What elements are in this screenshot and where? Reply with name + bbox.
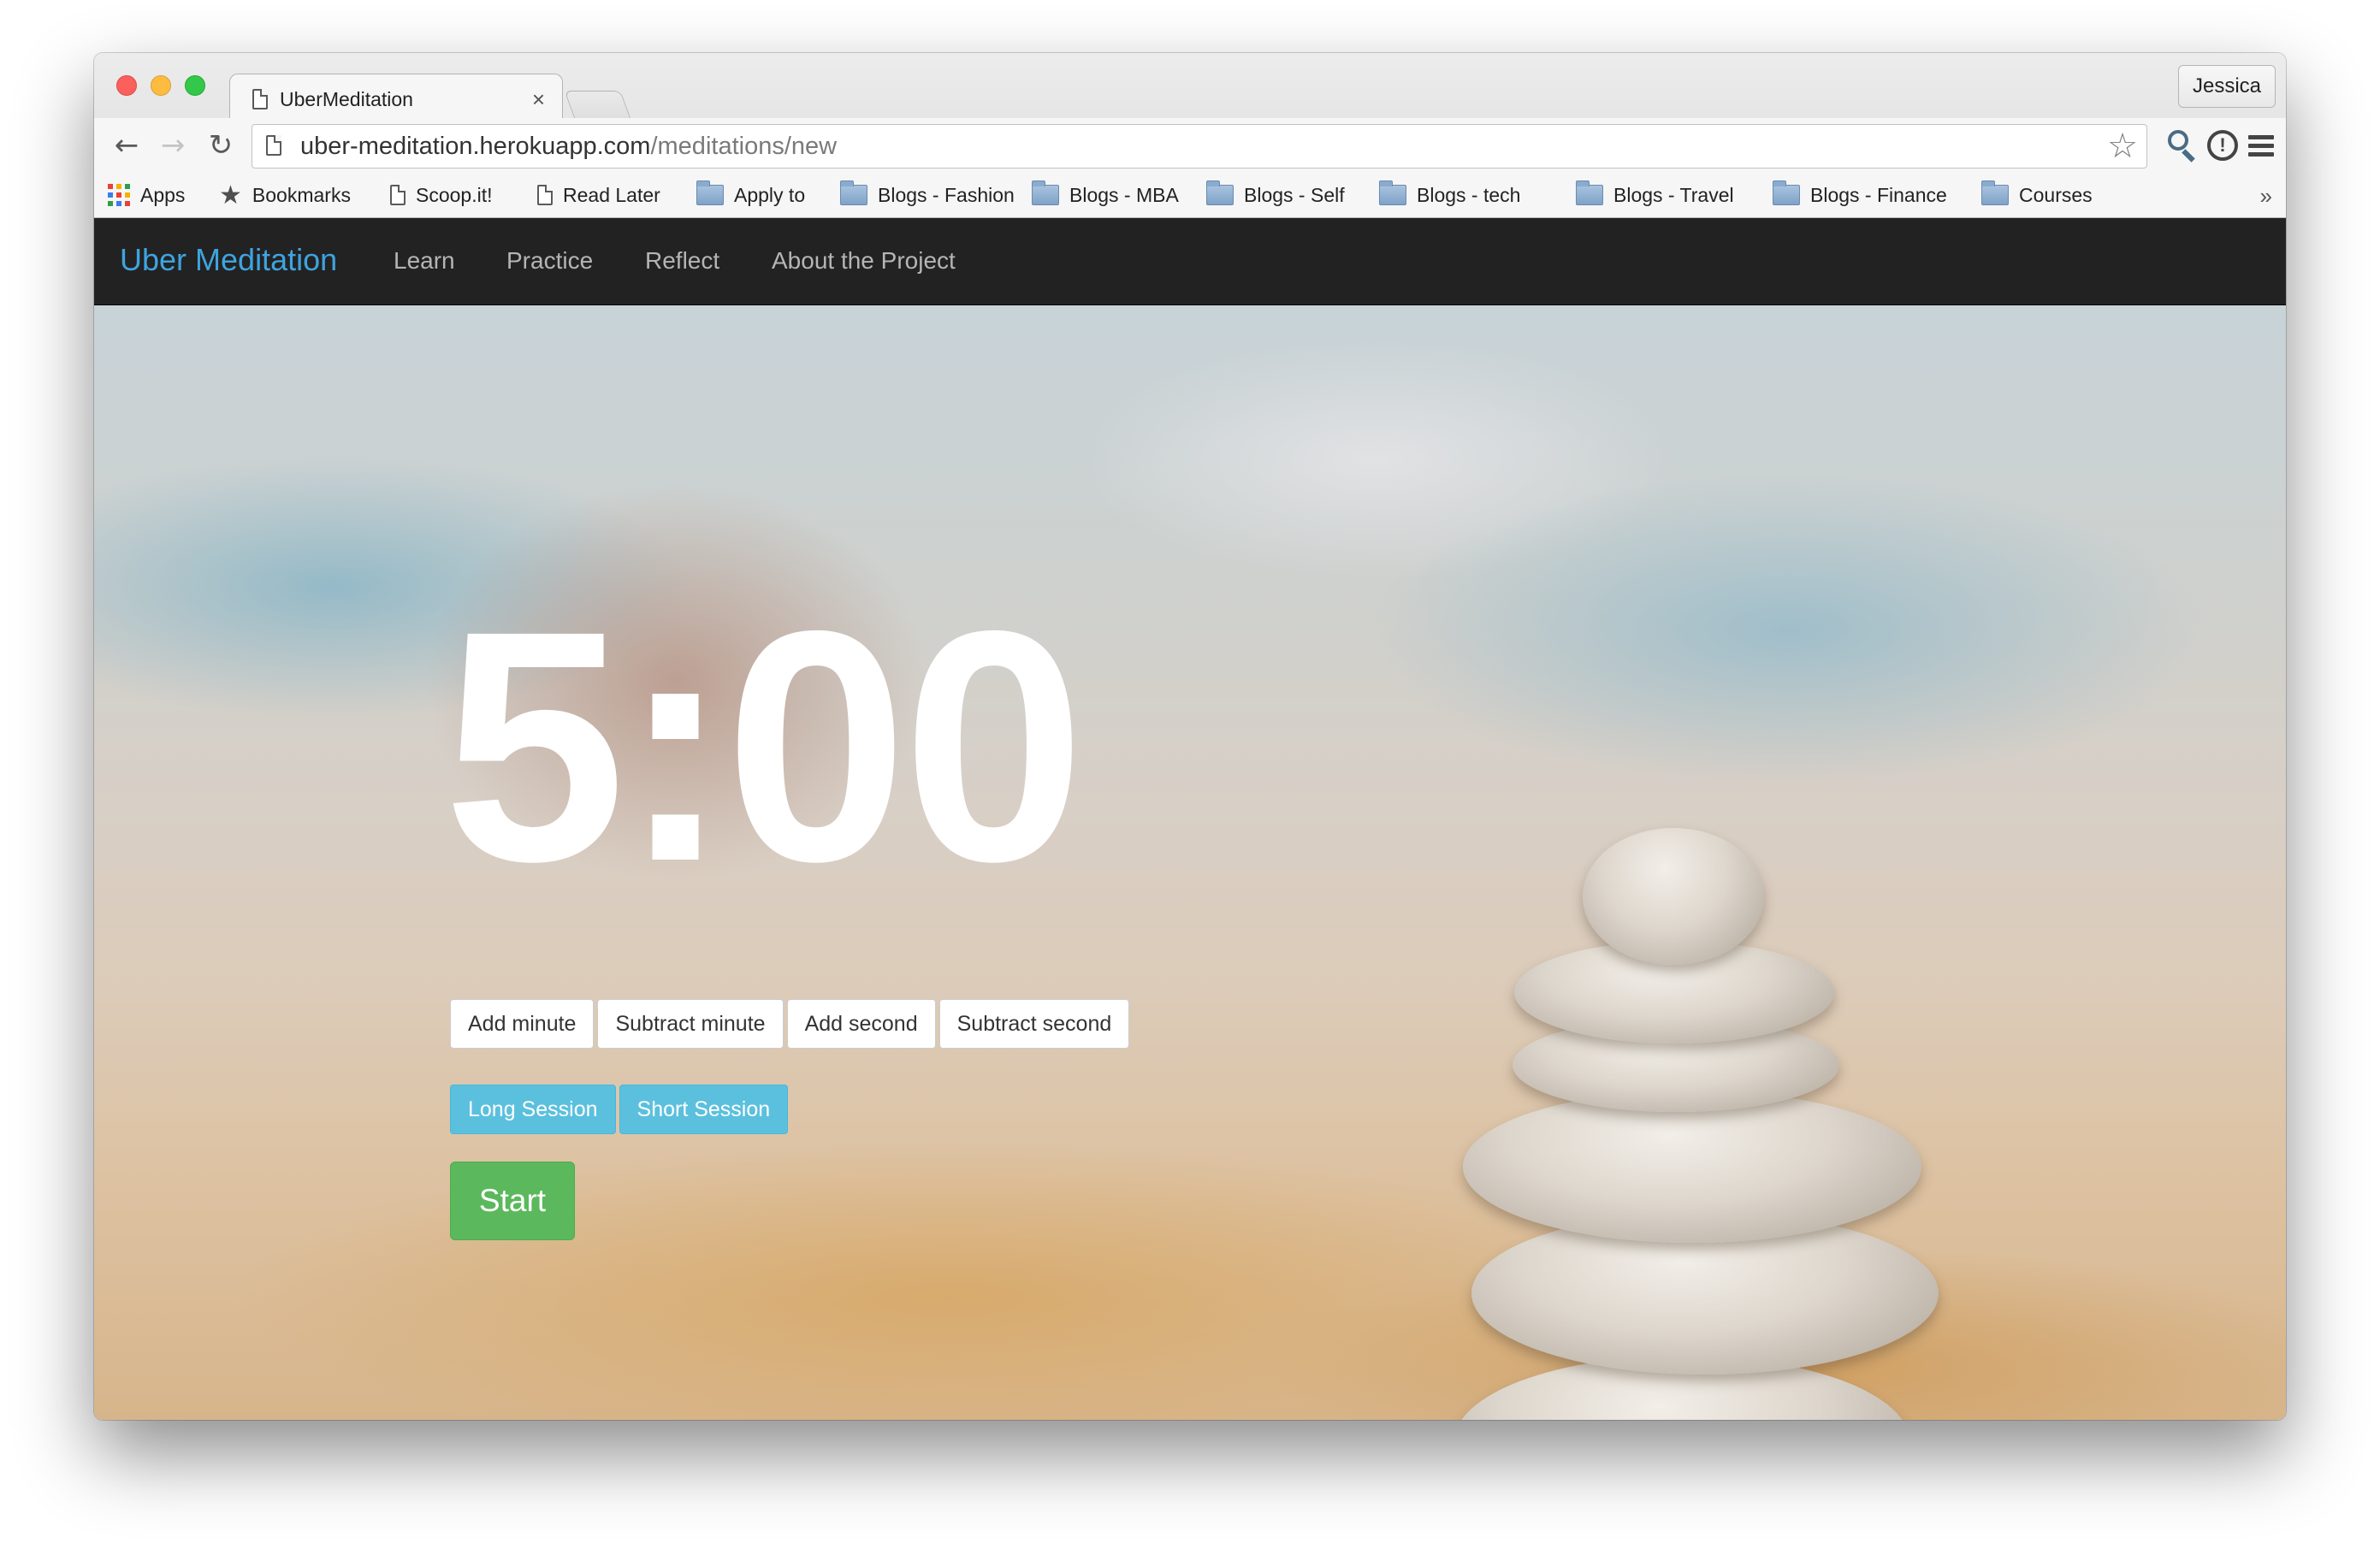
nav-reflect[interactable]: Reflect xyxy=(645,247,719,275)
browser-window: UberMeditation × Jessica ← → ↻ uber-medi… xyxy=(94,53,2286,1420)
tab-close-icon[interactable]: × xyxy=(532,86,545,112)
url-text[interactable]: uber-meditation.herokuapp.com/meditation… xyxy=(300,133,837,161)
bookmark-blogs-travel[interactable]: Blogs - Travel xyxy=(1576,173,1734,217)
profile-button[interactable]: Jessica xyxy=(2177,65,2276,108)
nav-learn[interactable]: Learn xyxy=(394,247,455,275)
folder-icon xyxy=(1981,180,2009,205)
bookmark-label: Blogs - Travel xyxy=(1613,183,1734,206)
reload-icon[interactable]: ↻ xyxy=(202,127,240,164)
window-minimize-button[interactable] xyxy=(151,75,171,96)
bookmark-courses[interactable]: Courses xyxy=(1981,173,2093,217)
browser-toolbar: ← → ↻ uber-meditation.herokuapp.com/medi… xyxy=(94,118,2286,173)
folder-icon xyxy=(1206,180,1234,205)
subtract-second-button[interactable]: Subtract second xyxy=(938,999,1130,1049)
bookmark-label: Scoop.it! xyxy=(416,183,493,206)
bookmark-label: Blogs - Fashion xyxy=(878,183,1015,206)
password-manager-icon[interactable]: ! xyxy=(2204,128,2240,164)
page-icon xyxy=(537,185,553,205)
bookmarks-bar: Apps ★ Bookmarks Scoop.it! Read Later Ap… xyxy=(94,173,2286,217)
folder-icon xyxy=(840,180,867,205)
window-maximize-button[interactable] xyxy=(185,75,205,96)
bookmark-label: Blogs - tech xyxy=(1417,183,1521,206)
bookmark-scoopit[interactable]: Scoop.it! xyxy=(390,173,493,217)
bookmark-blogs-finance[interactable]: Blogs - Finance xyxy=(1773,173,1947,217)
nav-practice[interactable]: Practice xyxy=(506,247,593,275)
folder-icon xyxy=(696,180,724,205)
bookmark-label: Courses xyxy=(2019,183,2093,206)
url-path: /meditations/new xyxy=(650,133,838,160)
back-arrow-icon[interactable]: ← xyxy=(108,127,145,164)
folder-icon xyxy=(1576,180,1603,205)
bookmark-apps[interactable]: Apps xyxy=(108,173,185,217)
browser-chrome: UberMeditation × Jessica ← → ↻ uber-medi… xyxy=(94,53,2286,218)
brand-link[interactable]: Uber Meditation xyxy=(120,242,337,278)
page-icon xyxy=(266,135,281,156)
bookmark-bookmarks[interactable]: ★ Bookmarks xyxy=(219,173,351,217)
search-extension-icon[interactable] xyxy=(2164,128,2200,164)
bookmark-label: Blogs - Self xyxy=(1244,183,1345,206)
short-session-button[interactable]: Short Session xyxy=(619,1085,789,1134)
timer-display: 5:00 xyxy=(443,563,1086,930)
site-navbar: Uber Meditation Learn Practice Reflect A… xyxy=(94,218,2286,305)
bookmark-blogs-fashion[interactable]: Blogs - Fashion xyxy=(840,173,1015,217)
browser-tab[interactable]: UberMeditation × xyxy=(229,74,563,121)
bookmark-blogs-tech[interactable]: Blogs - tech xyxy=(1379,173,1520,217)
new-tab-button[interactable] xyxy=(564,91,632,121)
bookmark-blogs-mba[interactable]: Blogs - MBA xyxy=(1032,173,1179,217)
tab-strip: UberMeditation × Jessica xyxy=(94,53,2286,121)
window-close-button[interactable] xyxy=(116,75,137,96)
add-minute-button[interactable]: Add minute xyxy=(450,999,595,1049)
bookmark-read-later[interactable]: Read Later xyxy=(537,173,660,217)
bookmark-star-icon[interactable]: ☆ xyxy=(2107,128,2138,164)
bookmark-label: Apply to xyxy=(734,183,806,206)
tab-title: UberMeditation xyxy=(280,87,413,110)
bookmark-label: Apps xyxy=(140,183,186,206)
nav-about-the-project[interactable]: About the Project xyxy=(772,247,956,275)
folder-icon xyxy=(1379,180,1406,205)
bookmark-apply-to[interactable]: Apply to xyxy=(696,173,805,217)
session-buttons: Long Session Short Session xyxy=(450,1085,791,1134)
page-icon xyxy=(390,185,406,205)
url-host: uber-meditation.herokuapp.com xyxy=(300,133,651,160)
time-adjust-buttons: Add minute Subtract minute Add second Su… xyxy=(450,999,1133,1049)
stone-image xyxy=(1583,828,1764,965)
folder-icon xyxy=(1032,180,1059,205)
bookmark-label: Blogs - Finance xyxy=(1810,183,1947,206)
web-page: Uber Meditation Learn Practice Reflect A… xyxy=(94,218,2286,1420)
subtract-minute-button[interactable]: Subtract minute xyxy=(597,999,784,1049)
bookmark-blogs-self[interactable]: Blogs - Self xyxy=(1206,173,1345,217)
bookmark-label: Read Later xyxy=(563,183,660,206)
address-bar[interactable]: uber-meditation.herokuapp.com/meditation… xyxy=(252,124,2147,169)
bookmark-label: Bookmarks xyxy=(252,183,351,206)
apps-grid-icon xyxy=(108,184,130,206)
folder-icon xyxy=(1773,180,1800,205)
start-button[interactable]: Start xyxy=(450,1162,575,1240)
star-icon: ★ xyxy=(219,180,242,210)
page-icon xyxy=(252,89,268,109)
hamburger-menu-icon[interactable] xyxy=(2248,135,2274,157)
bookmark-label: Blogs - MBA xyxy=(1069,183,1179,206)
long-session-button[interactable]: Long Session xyxy=(450,1085,616,1134)
forward-arrow-icon[interactable]: → xyxy=(154,127,192,164)
stone-image xyxy=(1463,1091,1921,1243)
hero-background-image: 5:00 Add minute Subtract minute Add seco… xyxy=(94,305,2286,1420)
add-second-button[interactable]: Add second xyxy=(786,999,936,1049)
bookmarks-overflow-icon[interactable]: » xyxy=(2260,183,2272,210)
